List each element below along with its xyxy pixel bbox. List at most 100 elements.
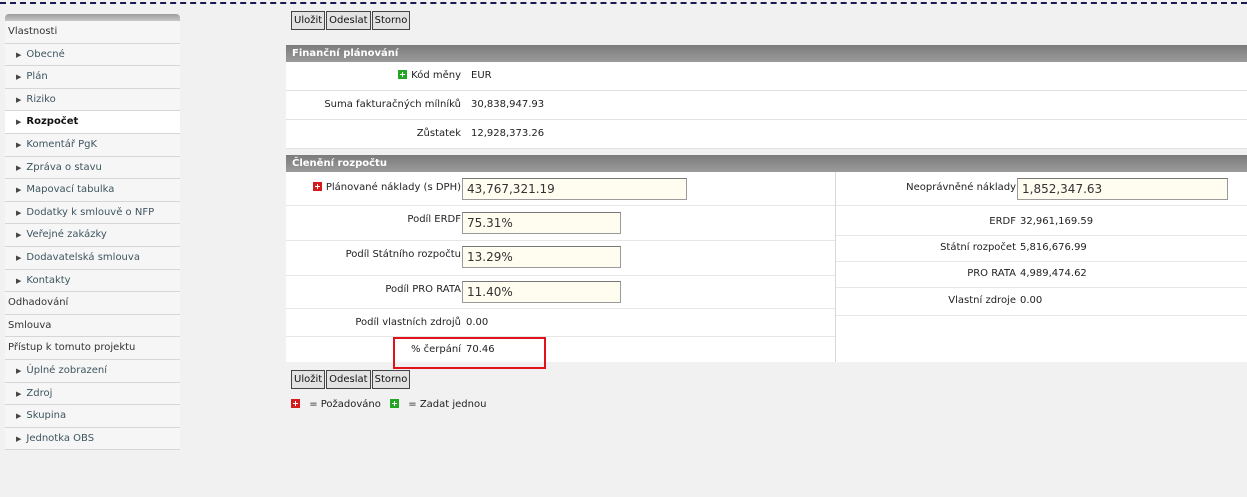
financial-planning-section: Finanční plánování Kód měny EUR Suma fak… <box>286 45 1247 149</box>
sidebar-item-label: Zpráva o stavu <box>26 161 102 173</box>
state-budget-label: Státní rozpočet <box>940 242 1016 253</box>
sidebar-item[interactable]: ▶ Dodatky k smlouvě o NFP <box>5 201 180 225</box>
state-budget-share-input[interactable]: 13.29% <box>462 246 621 268</box>
sidebar-item[interactable]: ▶ Dodavatelská smlouva <box>5 246 180 270</box>
triangle-right-icon: ▶ <box>16 208 22 217</box>
sidebar-item-label: Úplné zobrazení <box>26 364 107 376</box>
enter-once-icon <box>398 70 408 79</box>
currency-value: EUR <box>471 70 492 81</box>
sidebar-item-label: Dodavatelská smlouva <box>26 251 140 263</box>
save-button[interactable]: Uložit <box>291 11 326 30</box>
sidebar-item[interactable]: ▶ Rozpočet <box>5 111 180 134</box>
sidebar-item[interactable]: Přístup k tomuto projektu <box>5 337 180 360</box>
sidebar-item-label: Smlouva <box>8 319 52 331</box>
ineligible-costs-label: Neoprávněné náklady <box>906 182 1016 193</box>
triangle-right-icon: ▶ <box>16 186 22 195</box>
enter-once-icon <box>390 399 400 408</box>
own-resources-label: Vlastní zdroje <box>948 295 1016 306</box>
sidebar-item-label: Komentář PgK <box>26 138 98 150</box>
triangle-right-icon: ▶ <box>16 73 22 82</box>
required-icon <box>291 399 300 408</box>
sidebar-header <box>5 14 180 21</box>
triangle-right-icon: ▶ <box>16 412 22 421</box>
financial-planning-title: Finanční plánování <box>286 45 1247 62</box>
sidebar-item-label: Dodatky k smlouvě o NFP <box>26 206 155 218</box>
sidebar-list: Vlastnosti ▶ Obecné ▶ Plán ▶ Riziko ▶ Rozpočet ▶ K… <box>5 21 180 451</box>
triangle-right-icon: ▶ <box>16 366 22 375</box>
triangle-right-icon: ▶ <box>16 50 22 59</box>
sidebar-item[interactable]: ▶ Riziko <box>5 88 180 112</box>
sidebar-item[interactable]: ▶ Zpráva o stavu <box>5 156 180 180</box>
own-resources-share-value: 0.00 <box>466 317 489 328</box>
sidebar-item[interactable]: ▶ Komentář PgK <box>5 133 180 157</box>
prorata-share-input[interactable]: 11.40% <box>462 281 621 303</box>
cancel-button[interactable]: Storno <box>371 370 411 389</box>
triangle-right-icon: ▶ <box>16 389 22 398</box>
sidebar-item[interactable]: ▶ Kontakty <box>5 269 180 293</box>
balance-label: Zůstatek <box>416 128 461 139</box>
erdf-label: ERDF <box>989 216 1016 227</box>
legend: = Požadováno = Zadat jednou <box>291 399 492 410</box>
sidebar-item[interactable]: ▶ Úplné zobrazení <box>5 359 180 383</box>
state-budget-share-label: Podíl Státního rozpočtu <box>345 249 461 260</box>
ineligible-costs-input[interactable]: 1,852,347.63 <box>1017 178 1228 200</box>
send-button[interactable]: Odeslat <box>326 11 371 30</box>
planned-costs-label: Plánované náklady (s DPH) <box>325 182 461 193</box>
prorata-share-label: Podíl PRO RATA <box>385 284 461 295</box>
send-button[interactable]: Odeslat <box>326 370 371 389</box>
cancel-button[interactable]: Storno <box>371 11 411 30</box>
sidebar-item[interactable]: ▶ Zdroj <box>5 382 180 406</box>
sidebar-item[interactable]: ▶ Jednotka OBS <box>5 427 180 451</box>
sidebar-item-label: Plán <box>26 71 48 83</box>
sidebar-item[interactable]: ▶ Obecné <box>5 43 180 67</box>
sidebar-item[interactable]: Odhadování <box>5 292 180 315</box>
sidebar-item[interactable]: ▶ Plán <box>5 66 180 89</box>
sidebar: Vlastnosti ▶ Obecné ▶ Plán ▶ Riziko ▶ Rozpočet ▶ K… <box>5 14 180 451</box>
sidebar-item[interactable]: ▶ Skupina <box>5 405 180 428</box>
sidebar-item-label: Mapovací tabulka <box>26 184 115 196</box>
sidebar-item-label: Veřejné zakázky <box>26 229 107 241</box>
save-button[interactable]: Uložit <box>291 370 326 389</box>
column-divider <box>835 172 836 362</box>
sidebar-item-label: Skupina <box>26 410 67 422</box>
state-budget-value: 5,816,676.99 <box>1020 242 1087 253</box>
erdf-share-input[interactable]: 75.31% <box>462 212 621 234</box>
planned-costs-input[interactable]: 43,767,321.19 <box>462 178 687 200</box>
sidebar-item[interactable]: Smlouva <box>5 314 180 338</box>
erdf-value: 32,961,169.59 <box>1020 216 1094 227</box>
own-resources-share-label: Podíl vlastních zdrojů <box>355 317 461 328</box>
prorata-value: 4,989,474.62 <box>1020 268 1087 279</box>
triangle-right-icon: ▶ <box>16 276 22 285</box>
own-resources-value: 0.00 <box>1020 295 1043 306</box>
legend-enter-once-label: = Zadat jednou <box>408 399 487 410</box>
top-dashed-border <box>0 2 1247 4</box>
balance-row: Zůstatek 12,928,373.26 <box>286 120 1247 149</box>
triangle-right-icon: ▶ <box>16 140 22 149</box>
sidebar-item-label: Přístup k tomuto projektu <box>8 342 136 354</box>
triangle-right-icon: ▶ <box>16 253 22 262</box>
toolbar-bottom: Uložit Odeslat Storno <box>291 370 411 389</box>
required-icon <box>312 182 322 191</box>
sidebar-item-label: Zdroj <box>26 387 53 399</box>
budget-breakdown-title: Členění rozpočtu <box>286 155 1247 172</box>
sidebar-item[interactable]: ▶ Mapovací tabulka <box>5 179 180 202</box>
sidebar-item-label: Jednotka OBS <box>26 432 95 444</box>
sidebar-item-label: Vlastnosti <box>8 26 58 37</box>
sidebar-item-label: Rozpočet <box>26 116 79 128</box>
milestones-sum-label: Suma fakturačných mílníků <box>324 99 461 110</box>
balance-value: 12,928,373.26 <box>471 128 545 139</box>
triangle-right-icon: ▶ <box>16 231 22 240</box>
budget-breakdown-section: Členění rozpočtu Plánované náklady (s DP… <box>286 155 1247 362</box>
erdf-share-label: Podíl ERDF <box>407 214 461 225</box>
triangle-right-icon: ▶ <box>16 434 22 443</box>
legend-required-label: = Požadováno <box>309 399 381 410</box>
sidebar-item[interactable]: ▶ Veřejné zakázky <box>5 224 180 247</box>
triangle-right-icon: ▶ <box>16 163 22 172</box>
currency-label: Kód měny <box>411 70 461 81</box>
sidebar-item-label: Odhadování <box>8 297 69 309</box>
triangle-right-icon: ▶ <box>16 118 22 127</box>
sidebar-item-label: Obecné <box>26 48 65 60</box>
triangle-right-icon: ▶ <box>16 95 22 104</box>
sidebar-item-label: Kontakty <box>26 274 71 286</box>
sidebar-item[interactable]: Vlastnosti <box>5 21 180 44</box>
